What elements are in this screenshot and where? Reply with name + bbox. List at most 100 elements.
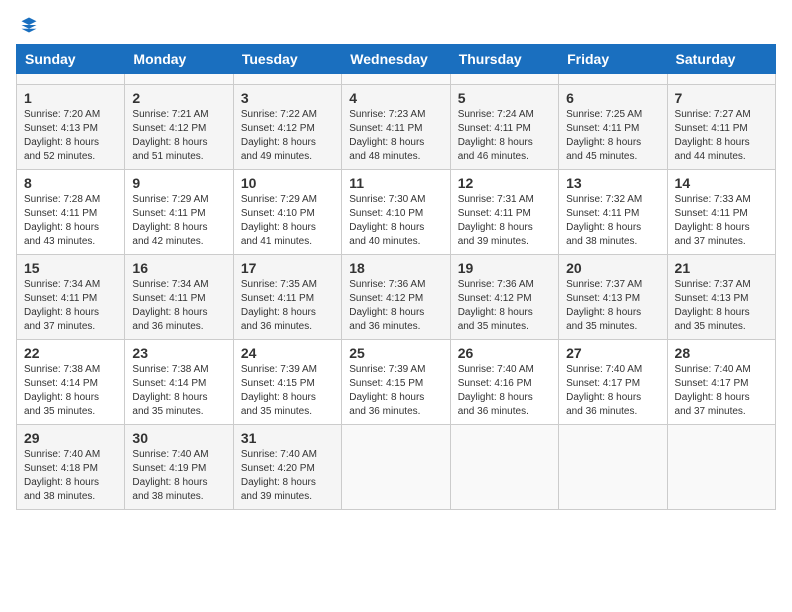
day-of-week-monday: Monday (125, 45, 233, 74)
day-info: Sunrise: 7:34 AM Sunset: 4:11 PM Dayligh… (24, 278, 117, 334)
daylight-minutes: and 44 minutes. (675, 151, 746, 162)
day-info: Sunrise: 7:32 AM Sunset: 4:11 PM Dayligh… (566, 193, 659, 249)
daylight-minutes: and 36 minutes. (566, 406, 637, 417)
sunset-label: Sunset: 4:20 PM (241, 463, 315, 474)
calendar-cell: 19 Sunrise: 7:36 AM Sunset: 4:12 PM Dayl… (450, 255, 558, 340)
daylight-label: Daylight: 8 hours (349, 392, 424, 403)
sunrise-label: Sunrise: 7:39 AM (241, 364, 317, 375)
sunset-label: Sunset: 4:13 PM (675, 293, 749, 304)
calendar-cell: 15 Sunrise: 7:34 AM Sunset: 4:11 PM Dayl… (17, 255, 125, 340)
daylight-label: Daylight: 8 hours (24, 392, 99, 403)
sunrise-label: Sunrise: 7:40 AM (458, 364, 534, 375)
sunset-label: Sunset: 4:18 PM (24, 463, 98, 474)
sunset-label: Sunset: 4:15 PM (241, 378, 315, 389)
day-info: Sunrise: 7:40 AM Sunset: 4:16 PM Dayligh… (458, 363, 551, 419)
day-info: Sunrise: 7:27 AM Sunset: 4:11 PM Dayligh… (675, 108, 768, 164)
day-number: 3 (241, 90, 334, 106)
day-number: 20 (566, 260, 659, 276)
daylight-label: Daylight: 8 hours (241, 222, 316, 233)
daylight-label: Daylight: 8 hours (675, 137, 750, 148)
daylight-label: Daylight: 8 hours (566, 392, 641, 403)
day-number: 19 (458, 260, 551, 276)
sunrise-label: Sunrise: 7:36 AM (458, 279, 534, 290)
calendar-cell (17, 74, 125, 85)
calendar-cell: 4 Sunrise: 7:23 AM Sunset: 4:11 PM Dayli… (342, 85, 450, 170)
day-info: Sunrise: 7:40 AM Sunset: 4:20 PM Dayligh… (241, 448, 334, 504)
daylight-label: Daylight: 8 hours (24, 477, 99, 488)
sunset-label: Sunset: 4:11 PM (24, 293, 97, 304)
calendar-cell: 14 Sunrise: 7:33 AM Sunset: 4:11 PM Dayl… (667, 170, 775, 255)
sunset-label: Sunset: 4:11 PM (566, 123, 639, 134)
day-of-week-wednesday: Wednesday (342, 45, 450, 74)
sunset-label: Sunset: 4:11 PM (458, 208, 531, 219)
day-number: 5 (458, 90, 551, 106)
calendar-cell: 10 Sunrise: 7:29 AM Sunset: 4:10 PM Dayl… (233, 170, 341, 255)
sunset-label: Sunset: 4:17 PM (566, 378, 640, 389)
calendar-cell: 1 Sunrise: 7:20 AM Sunset: 4:13 PM Dayli… (17, 85, 125, 170)
calendar-week-row: 8 Sunrise: 7:28 AM Sunset: 4:11 PM Dayli… (17, 170, 776, 255)
day-number: 1 (24, 90, 117, 106)
calendar-cell: 9 Sunrise: 7:29 AM Sunset: 4:11 PM Dayli… (125, 170, 233, 255)
calendar-week-row: 22 Sunrise: 7:38 AM Sunset: 4:14 PM Dayl… (17, 340, 776, 425)
sunset-label: Sunset: 4:12 PM (132, 123, 206, 134)
day-info: Sunrise: 7:38 AM Sunset: 4:14 PM Dayligh… (24, 363, 117, 419)
day-of-week-friday: Friday (559, 45, 667, 74)
sunset-label: Sunset: 4:16 PM (458, 378, 532, 389)
daylight-label: Daylight: 8 hours (566, 137, 641, 148)
daylight-minutes: and 39 minutes. (241, 491, 312, 502)
calendar-cell: 16 Sunrise: 7:34 AM Sunset: 4:11 PM Dayl… (125, 255, 233, 340)
sunrise-label: Sunrise: 7:35 AM (241, 279, 317, 290)
daylight-minutes: and 41 minutes. (241, 236, 312, 247)
day-number: 24 (241, 345, 334, 361)
daylight-label: Daylight: 8 hours (132, 392, 207, 403)
sunrise-label: Sunrise: 7:20 AM (24, 109, 100, 120)
calendar-cell (450, 425, 558, 510)
sunrise-label: Sunrise: 7:34 AM (132, 279, 208, 290)
day-info: Sunrise: 7:40 AM Sunset: 4:17 PM Dayligh… (566, 363, 659, 419)
daylight-minutes: and 40 minutes. (349, 236, 420, 247)
sunset-label: Sunset: 4:15 PM (349, 378, 423, 389)
sunset-label: Sunset: 4:11 PM (132, 208, 205, 219)
day-info: Sunrise: 7:36 AM Sunset: 4:12 PM Dayligh… (349, 278, 442, 334)
daylight-label: Daylight: 8 hours (566, 307, 641, 318)
daylight-minutes: and 37 minutes. (675, 236, 746, 247)
sunrise-label: Sunrise: 7:27 AM (675, 109, 751, 120)
sunrise-label: Sunrise: 7:28 AM (24, 194, 100, 205)
page-header (16, 16, 776, 34)
daylight-label: Daylight: 8 hours (349, 307, 424, 318)
calendar-cell: 24 Sunrise: 7:39 AM Sunset: 4:15 PM Dayl… (233, 340, 341, 425)
day-number: 9 (132, 175, 225, 191)
daylight-minutes: and 35 minutes. (24, 406, 95, 417)
daylight-label: Daylight: 8 hours (132, 477, 207, 488)
daylight-label: Daylight: 8 hours (458, 137, 533, 148)
daylight-label: Daylight: 8 hours (349, 137, 424, 148)
calendar-cell (667, 425, 775, 510)
daylight-minutes: and 43 minutes. (24, 236, 95, 247)
daylight-minutes: and 36 minutes. (458, 406, 529, 417)
sunrise-label: Sunrise: 7:39 AM (349, 364, 425, 375)
calendar-cell: 8 Sunrise: 7:28 AM Sunset: 4:11 PM Dayli… (17, 170, 125, 255)
daylight-minutes: and 35 minutes. (566, 321, 637, 332)
daylight-label: Daylight: 8 hours (566, 222, 641, 233)
sunrise-label: Sunrise: 7:40 AM (675, 364, 751, 375)
day-number: 29 (24, 430, 117, 446)
sunrise-label: Sunrise: 7:31 AM (458, 194, 534, 205)
day-info: Sunrise: 7:40 AM Sunset: 4:19 PM Dayligh… (132, 448, 225, 504)
day-info: Sunrise: 7:24 AM Sunset: 4:11 PM Dayligh… (458, 108, 551, 164)
calendar-cell (450, 74, 558, 85)
daylight-minutes: and 35 minutes. (458, 321, 529, 332)
day-number: 18 (349, 260, 442, 276)
daylight-minutes: and 36 minutes. (132, 321, 203, 332)
daylight-label: Daylight: 8 hours (132, 307, 207, 318)
calendar-cell: 21 Sunrise: 7:37 AM Sunset: 4:13 PM Dayl… (667, 255, 775, 340)
day-info: Sunrise: 7:37 AM Sunset: 4:13 PM Dayligh… (566, 278, 659, 334)
day-of-week-thursday: Thursday (450, 45, 558, 74)
sunrise-label: Sunrise: 7:34 AM (24, 279, 100, 290)
calendar-cell: 11 Sunrise: 7:30 AM Sunset: 4:10 PM Dayl… (342, 170, 450, 255)
calendar-week-row: 15 Sunrise: 7:34 AM Sunset: 4:11 PM Dayl… (17, 255, 776, 340)
day-number: 7 (675, 90, 768, 106)
day-info: Sunrise: 7:28 AM Sunset: 4:11 PM Dayligh… (24, 193, 117, 249)
calendar-cell: 2 Sunrise: 7:21 AM Sunset: 4:12 PM Dayli… (125, 85, 233, 170)
day-info: Sunrise: 7:23 AM Sunset: 4:11 PM Dayligh… (349, 108, 442, 164)
calendar-header-row: SundayMondayTuesdayWednesdayThursdayFrid… (17, 45, 776, 74)
